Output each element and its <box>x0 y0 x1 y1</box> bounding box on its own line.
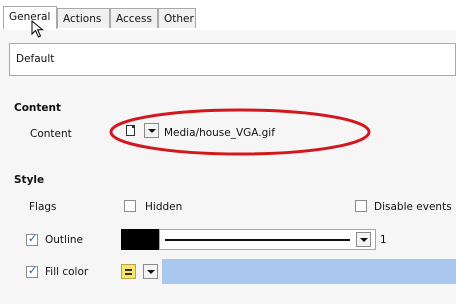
section-title-style: Style <box>14 174 45 186</box>
fill-color-checkbox[interactable] <box>26 264 38 278</box>
disable-events-checkbox[interactable] <box>355 200 367 212</box>
outline-color-swatch[interactable] <box>121 229 159 250</box>
outline-checkbox[interactable] <box>26 232 38 246</box>
line-style-preview <box>165 239 350 241</box>
fill-color-label: Fill color <box>45 266 89 278</box>
fill-style-dropdown-button[interactable] <box>143 264 158 279</box>
pointer-cursor-icon <box>31 20 44 38</box>
hidden-checkbox[interactable] <box>124 200 136 212</box>
tab-access[interactable]: Access <box>110 8 158 28</box>
content-label: Content <box>30 128 72 140</box>
tab-other[interactable]: Other <box>158 8 196 28</box>
flags-label: Flags <box>29 201 57 213</box>
section-title-content: Content <box>14 102 62 114</box>
outline-width-value: 1 <box>380 234 387 246</box>
line-style-dropdown-button[interactable] <box>356 232 371 247</box>
fill-color-swatch[interactable] <box>162 259 456 284</box>
outline-label: Outline <box>45 234 83 246</box>
fill-style-icon[interactable] <box>121 264 136 279</box>
tab-general[interactable]: General <box>3 6 57 29</box>
annotation-ellipse <box>109 108 371 156</box>
hidden-label: Hidden <box>145 201 183 213</box>
object-name-field[interactable]: Default <box>9 43 456 76</box>
disable-events-label: Disable events <box>374 201 452 213</box>
tab-actions[interactable]: Actions <box>57 8 110 28</box>
